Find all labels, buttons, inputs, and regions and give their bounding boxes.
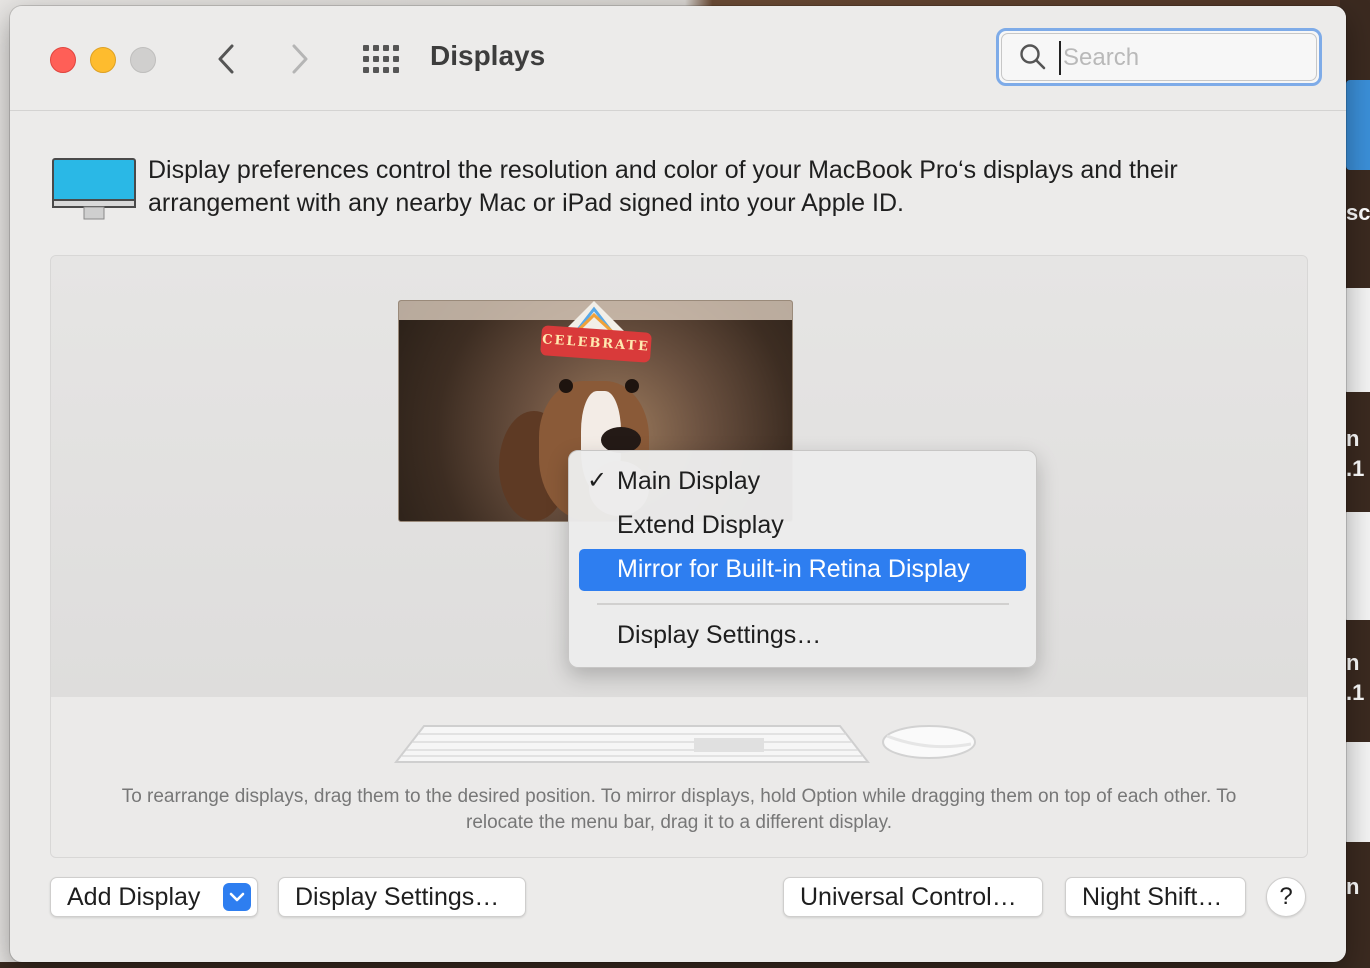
night-shift-button[interactable]: Night Shift… bbox=[1065, 877, 1246, 917]
display-context-menu: ✓ Main Display Extend Display Mirror for… bbox=[568, 450, 1037, 668]
menu-item-label: Display Settings… bbox=[617, 621, 822, 649]
displays-window: Displays Display preferences control the… bbox=[10, 6, 1346, 962]
forward-button[interactable] bbox=[282, 39, 318, 79]
universal-control-button[interactable]: Universal Control… bbox=[783, 877, 1043, 917]
menu-item-label: Main Display bbox=[617, 467, 761, 495]
display-settings-button[interactable]: Display Settings… bbox=[278, 877, 526, 917]
desktop-text-fragment: .1 bbox=[1346, 456, 1365, 481]
menu-separator bbox=[597, 603, 1009, 605]
desktop-text-fragment: n bbox=[1346, 650, 1360, 675]
close-button[interactable] bbox=[50, 47, 76, 73]
menu-item-main-display[interactable]: ✓ Main Display bbox=[579, 461, 1026, 503]
search-field[interactable] bbox=[996, 28, 1322, 86]
intro-description: Display preferences control the resoluti… bbox=[148, 156, 1178, 217]
window-title: Displays bbox=[430, 40, 546, 71]
mouse-icon bbox=[882, 725, 976, 759]
desktop-window-fragment bbox=[1344, 742, 1370, 842]
menu-item-display-settings[interactable]: Display Settings… bbox=[579, 615, 1026, 657]
menu-item-label: Mirror for Built-in Retina Display bbox=[617, 555, 970, 583]
desktop-text-fragment: .1 bbox=[1346, 680, 1365, 705]
search-input[interactable] bbox=[1059, 41, 1295, 75]
help-button[interactable]: ? bbox=[1266, 877, 1306, 917]
add-display-label: Add Display bbox=[67, 883, 201, 911]
grid-icon bbox=[363, 45, 399, 73]
desktop-text-fragment: n bbox=[1346, 874, 1360, 899]
desktop-text-fragment: sc bbox=[1346, 200, 1370, 225]
chevron-left-icon bbox=[218, 44, 234, 74]
minimize-button[interactable] bbox=[90, 47, 116, 73]
back-button[interactable] bbox=[208, 39, 244, 79]
add-display-dropdown[interactable] bbox=[223, 883, 251, 911]
chevron-down-icon bbox=[229, 892, 245, 902]
display-arrangement-area[interactable]: CELEBRATE ✓ Main Display Extend Display … bbox=[50, 255, 1308, 858]
window-toolbar: Displays bbox=[10, 6, 1346, 111]
search-icon bbox=[1020, 44, 1046, 70]
dog-eye bbox=[559, 379, 573, 393]
menu-item-mirror-display[interactable]: Mirror for Built-in Retina Display bbox=[579, 549, 1026, 591]
dog-eye bbox=[625, 379, 639, 393]
show-all-button[interactable] bbox=[361, 44, 401, 74]
chevron-right-icon bbox=[292, 44, 308, 74]
add-display-button[interactable]: Add Display bbox=[50, 877, 258, 917]
desktop-text-fragment: n bbox=[1346, 426, 1360, 451]
checkmark-icon: ✓ bbox=[587, 467, 608, 494]
arrangement-hint: To rearrange displays, drag them to the … bbox=[121, 786, 1237, 833]
desktop-window-fragment bbox=[1344, 512, 1370, 620]
desktop-window-fragment bbox=[1346, 80, 1370, 170]
menu-item-extend-display[interactable]: Extend Display bbox=[579, 505, 1026, 547]
display-icon bbox=[52, 158, 136, 220]
menu-item-label: Extend Display bbox=[617, 511, 784, 539]
desktop-dock-edge bbox=[0, 962, 1370, 968]
zoom-button[interactable] bbox=[130, 47, 156, 73]
desktop-window-fragment bbox=[1344, 288, 1370, 392]
keyboard-icon bbox=[394, 725, 870, 763]
